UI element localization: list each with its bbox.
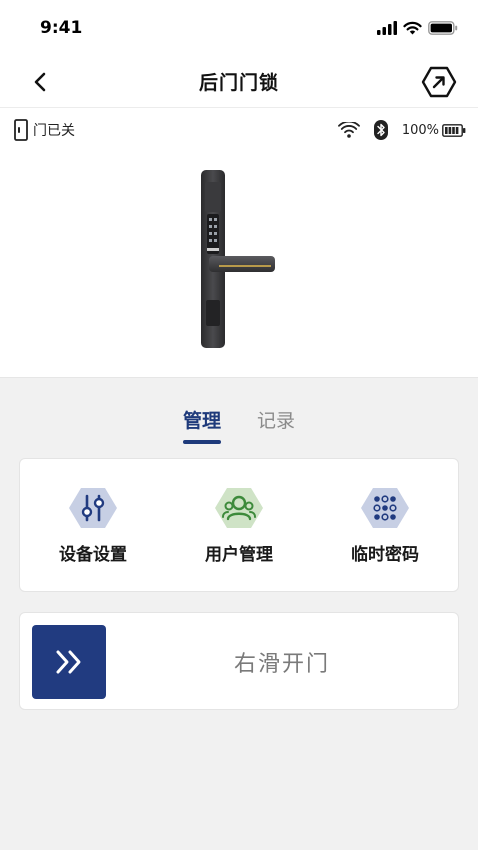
wifi-icon <box>337 122 360 138</box>
tab-records[interactable]: 记录 <box>257 406 295 442</box>
lock-image-area <box>0 150 478 376</box>
user-management-button[interactable]: 用户管理 <box>179 486 299 565</box>
battery-status-icon <box>428 21 458 35</box>
tools-card: 设备设置 用户管理 临时密码 <box>19 458 459 592</box>
device-settings-label: 设备设置 <box>59 544 127 565</box>
smart-lock-image <box>201 170 275 348</box>
bluetooth-icon <box>373 120 388 140</box>
device-status-row: 门已关 100% <box>0 110 478 150</box>
status-icons <box>377 21 458 35</box>
share-hexagon-icon <box>421 66 457 98</box>
chevron-left-icon <box>34 72 46 92</box>
battery-percent: 100% <box>401 122 439 138</box>
door-state-label: 门已关 <box>33 123 75 139</box>
keypad-icon <box>361 487 409 528</box>
management-panel: 管理 记录 设备设置 用户管理 临时密码 右滑开门 <box>0 377 478 850</box>
slide-to-unlock: 右滑开门 <box>19 612 459 710</box>
wifi-icon <box>403 21 422 35</box>
status-bar: 9:41 <box>0 0 478 56</box>
temp-password-button[interactable]: 临时密码 <box>325 486 445 565</box>
battery-level: 100% <box>402 123 466 138</box>
double-chevron-right-icon <box>56 650 81 674</box>
device-settings-button[interactable]: 设备设置 <box>33 486 153 565</box>
back-button[interactable] <box>26 68 54 96</box>
tab-bar: 管理 记录 <box>0 406 478 446</box>
battery-icon <box>442 123 466 137</box>
page-title: 后门门锁 <box>198 72 279 94</box>
nav-bar: 后门门锁 <box>0 56 478 108</box>
users-icon <box>215 487 263 528</box>
tab-manage[interactable]: 管理 <box>182 406 222 444</box>
status-time: 9:41 <box>40 18 83 38</box>
user-management-label: 用户管理 <box>205 544 273 565</box>
share-button[interactable] <box>420 64 458 100</box>
door-icon <box>14 119 28 141</box>
temp-password-label: 临时密码 <box>351 544 419 565</box>
slide-handle[interactable] <box>32 625 106 699</box>
door-state: 门已关 <box>14 119 75 141</box>
connection-icons: 100% <box>337 120 466 140</box>
cellular-signal-icon <box>377 21 397 35</box>
slide-label: 右滑开门 <box>233 652 330 677</box>
sliders-icon <box>69 487 117 528</box>
